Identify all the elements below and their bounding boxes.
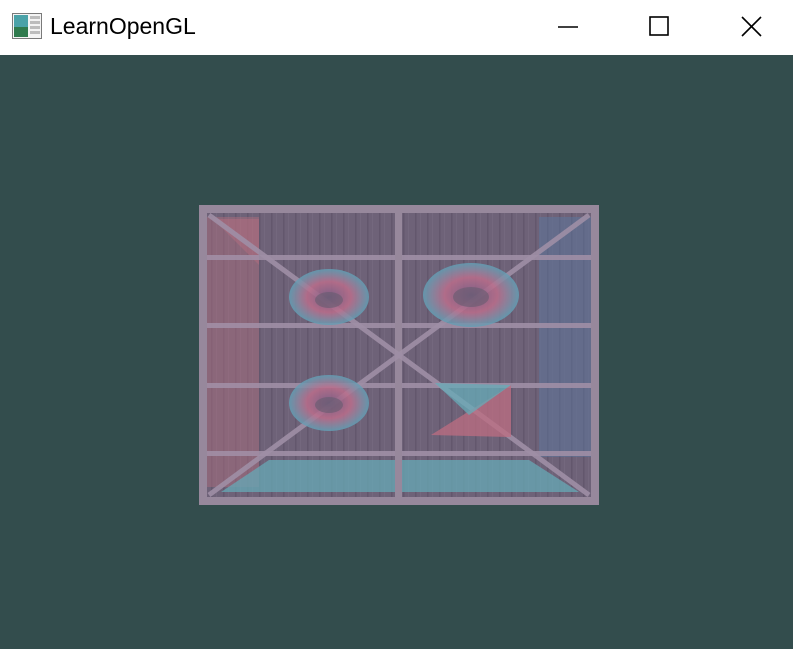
close-button[interactable]: [705, 0, 793, 54]
rendered-scene: [199, 205, 599, 505]
application-window: LearnOpenGL: [0, 0, 793, 649]
minimize-button[interactable]: [522, 0, 614, 54]
maximize-button[interactable]: [613, 0, 705, 54]
window-title: LearnOpenGL: [50, 13, 196, 39]
opengl-viewport[interactable]: [0, 55, 793, 649]
crate-quad: [199, 205, 599, 505]
app-window-icon: [12, 13, 42, 39]
title-bar[interactable]: LearnOpenGL: [0, 0, 793, 54]
